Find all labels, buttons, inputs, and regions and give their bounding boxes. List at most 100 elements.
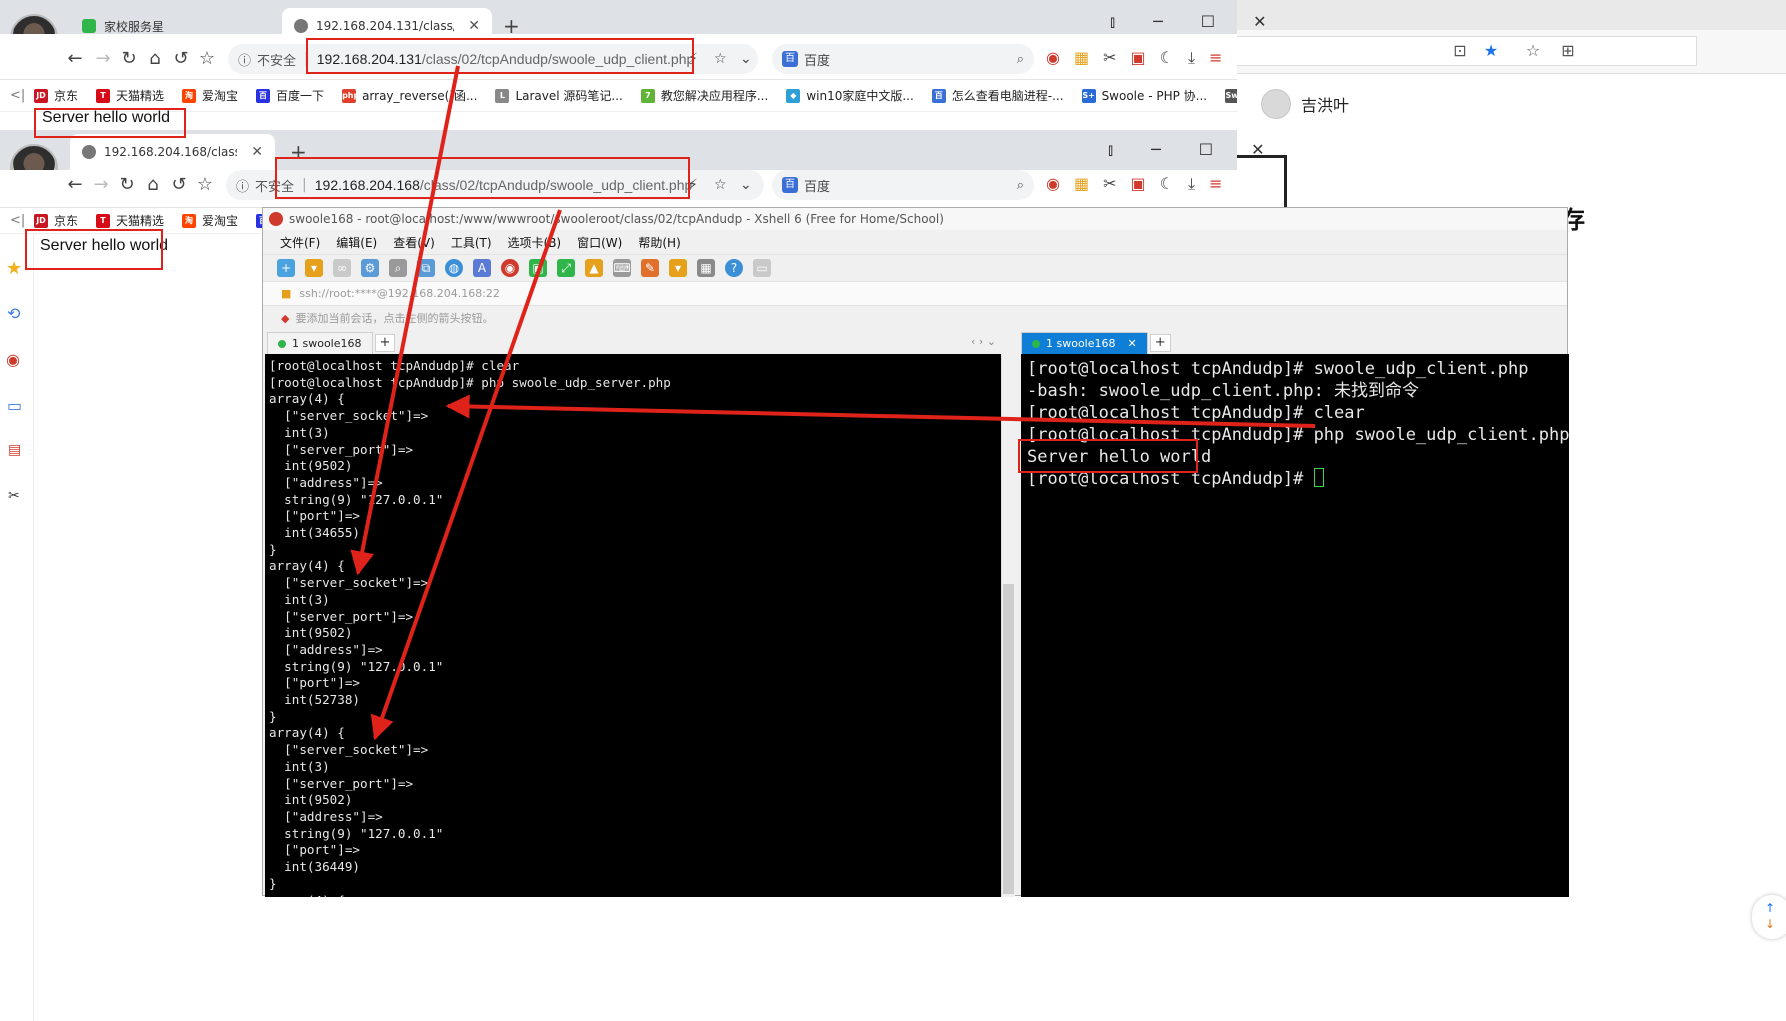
reload-icon[interactable]: ↻ [116,174,138,196]
pdf-icon[interactable]: ▣ [1131,48,1146,68]
session-address-bar[interactable]: ■ ssh://root:****@192.168.204.168:22 [263,282,1567,306]
chevron-down-icon[interactable]: ⌄ [740,177,752,193]
bookmark-icon[interactable]: ◆ [281,312,289,325]
favorites-star-icon[interactable]: ★ [6,258,22,279]
bookmark-item[interactable]: JD 京东 [34,212,78,229]
reload-icon[interactable]: ↻ [118,48,140,70]
scissors-icon[interactable]: ✂ [8,488,20,504]
close-window-icon[interactable]: ✕ [1251,140,1264,160]
close-tab-icon[interactable]: ✕ [468,18,480,34]
info-icon[interactable]: ⓘ [236,176,249,195]
history-icon[interactable]: ⟲ [7,304,20,323]
weibo-icon[interactable]: ◉ [1046,174,1060,194]
bookmark-item[interactable]: 淘爱淘宝 [182,87,238,104]
add-tab-button[interactable]: + [374,334,396,352]
night-mode-icon[interactable]: ☾ [1160,174,1174,194]
star-icon[interactable]: ☆ [714,51,727,67]
search-box[interactable]: 百 百度 ⌕ [772,170,1034,200]
menu-item[interactable]: 查看(V) [393,234,435,251]
lightning-icon[interactable]: ⚡ [688,51,698,67]
maximize-icon[interactable]: ☐ [1199,140,1213,160]
copy-icon[interactable]: ⧉ [417,259,435,277]
tab-search-icon[interactable]: ⫾ [1108,140,1113,160]
info-icon[interactable]: ⓘ [238,50,251,69]
pdf-icon[interactable]: ▣ [1131,174,1146,194]
sidebar-toggle-icon[interactable]: <| [10,213,25,228]
xftp-icon[interactable]: ◉ [501,259,519,277]
star-icon[interactable]: ☆ [714,177,727,193]
home-icon[interactable]: ⌂ [144,48,166,70]
right-terminal[interactable]: [root@localhost tcpAndudp]# swoole_udp_c… [1021,354,1569,897]
maximize-icon[interactable]: ☐ [1201,12,1215,32]
find-icon[interactable]: ⌕ [389,259,407,277]
bookmark-item[interactable]: T 天猫精选 [96,212,164,229]
favorites-list-icon[interactable]: ☆ [1522,40,1544,62]
lock-icon[interactable]: ▲ [585,259,603,277]
home-icon[interactable]: ⌂ [142,174,164,196]
collections-icon[interactable]: ⊞ [1557,40,1579,62]
bookmark-item[interactable]: S+ Swoole - PHP 协... [1081,87,1207,104]
bookmark-item[interactable]: 百怎么查看电脑进程-... [931,87,1064,104]
tab-search-icon[interactable]: ⫾ [1110,12,1115,32]
address-bar[interactable]: ⓘ 不安全 | 192.168.204.131/class/02/tcpAndu… [228,44,758,74]
add-folder-icon[interactable]: ▾ [669,259,687,277]
bookmark-item[interactable]: 7 教您解决应用程序... [640,87,768,104]
night-mode-icon[interactable]: ☾ [1160,48,1174,68]
menu-item[interactable]: 编辑(E) [336,234,377,251]
transfer-icon[interactable]: ▣ [529,259,547,277]
forward-icon[interactable]: → [92,48,114,70]
bookmark-item[interactable]: php array_reverse()函... [342,87,477,104]
keyboard-icon[interactable]: ⌨ [613,259,631,277]
menu-item[interactable]: 选项卡(B) [508,234,562,251]
new-tab-button[interactable]: + [290,140,307,164]
minimize-icon[interactable]: ─ [1153,12,1163,32]
lightning-icon[interactable]: ⚡ [688,177,698,193]
highlight-icon[interactable]: ✎ [641,259,659,277]
tab-udp-client-168[interactable]: 192.168.204.168/class/02/tcpA ✕ [70,134,275,170]
scroll-down-icon[interactable]: ↓ [1765,917,1775,931]
new-session-icon[interactable]: + [277,259,295,277]
close-tab-icon[interactable]: ✕ [1128,337,1137,350]
forward-icon[interactable]: → [90,174,112,196]
globe-icon[interactable]: ◍ [445,259,463,277]
bookmark-item[interactable]: L Laravel 源码笔记... [495,87,623,104]
link-icon[interactable]: ∞ [333,259,351,277]
window-icon[interactable]: ▭ [7,396,22,415]
bookmark-item[interactable]: T 天猫精选 [96,87,164,104]
menu-icon[interactable]: ≡ [1209,48,1222,68]
sidebar-toggle-icon[interactable]: <| [10,88,25,103]
help-icon[interactable]: ? [725,259,743,277]
apps-grid-icon[interactable]: ▦ [1074,48,1089,68]
address-bar[interactable]: ⓘ 不安全 | 192.168.204.168/class/02/tcpAndu… [226,170,764,200]
open-folder-icon[interactable]: ▾ [305,259,323,277]
scroll-up-icon[interactable]: ↑ [1765,901,1775,915]
bookmark-star-icon[interactable]: ☆ [194,174,216,196]
add-tab-button[interactable]: + [1149,334,1171,352]
minimize-icon[interactable]: ─ [1151,140,1161,160]
back-icon[interactable]: ← [64,174,86,196]
tab-swoole168-left[interactable]: 1 swoole168 [267,332,373,354]
download-icon[interactable]: ⤓ [1188,174,1195,194]
terminal-scrollbar[interactable] [1001,354,1015,897]
bookmark-item[interactable]: JD 京东 [34,87,78,104]
font-icon[interactable]: A [473,259,491,277]
document-icon[interactable]: ▤ [8,442,21,458]
undo-icon[interactable]: ↺ [170,48,192,70]
bookmark-star-icon[interactable]: ☆ [196,48,218,70]
menu-item[interactable]: 文件(F) [280,234,320,251]
search-box[interactable]: 百 百度 ⌕ [772,44,1034,74]
properties-icon[interactable]: ⚙ [361,259,379,277]
user-profile[interactable]: 吉洪叶 [1261,88,1349,120]
menu-item[interactable]: 帮助(H) [638,234,680,251]
apps-grid-icon[interactable]: ▦ [1074,174,1089,194]
download-icon[interactable]: ⤓ [1188,48,1195,68]
scroll-widget[interactable]: ↑ ↓ [1752,895,1786,939]
scissors-icon[interactable]: ✂ [1103,48,1116,68]
favorite-star-icon[interactable]: ★ [1480,40,1502,62]
left-terminal[interactable]: [root@localhost tcpAndudp]# clear [root@l… [265,354,1001,897]
scissors-icon[interactable]: ✂ [1103,174,1116,194]
chat-icon[interactable]: ▭ [753,259,771,277]
chevron-down-icon[interactable]: ⌄ [740,51,752,67]
back-icon[interactable]: ← [64,48,86,70]
search-icon[interactable]: ⌕ [1017,52,1024,67]
